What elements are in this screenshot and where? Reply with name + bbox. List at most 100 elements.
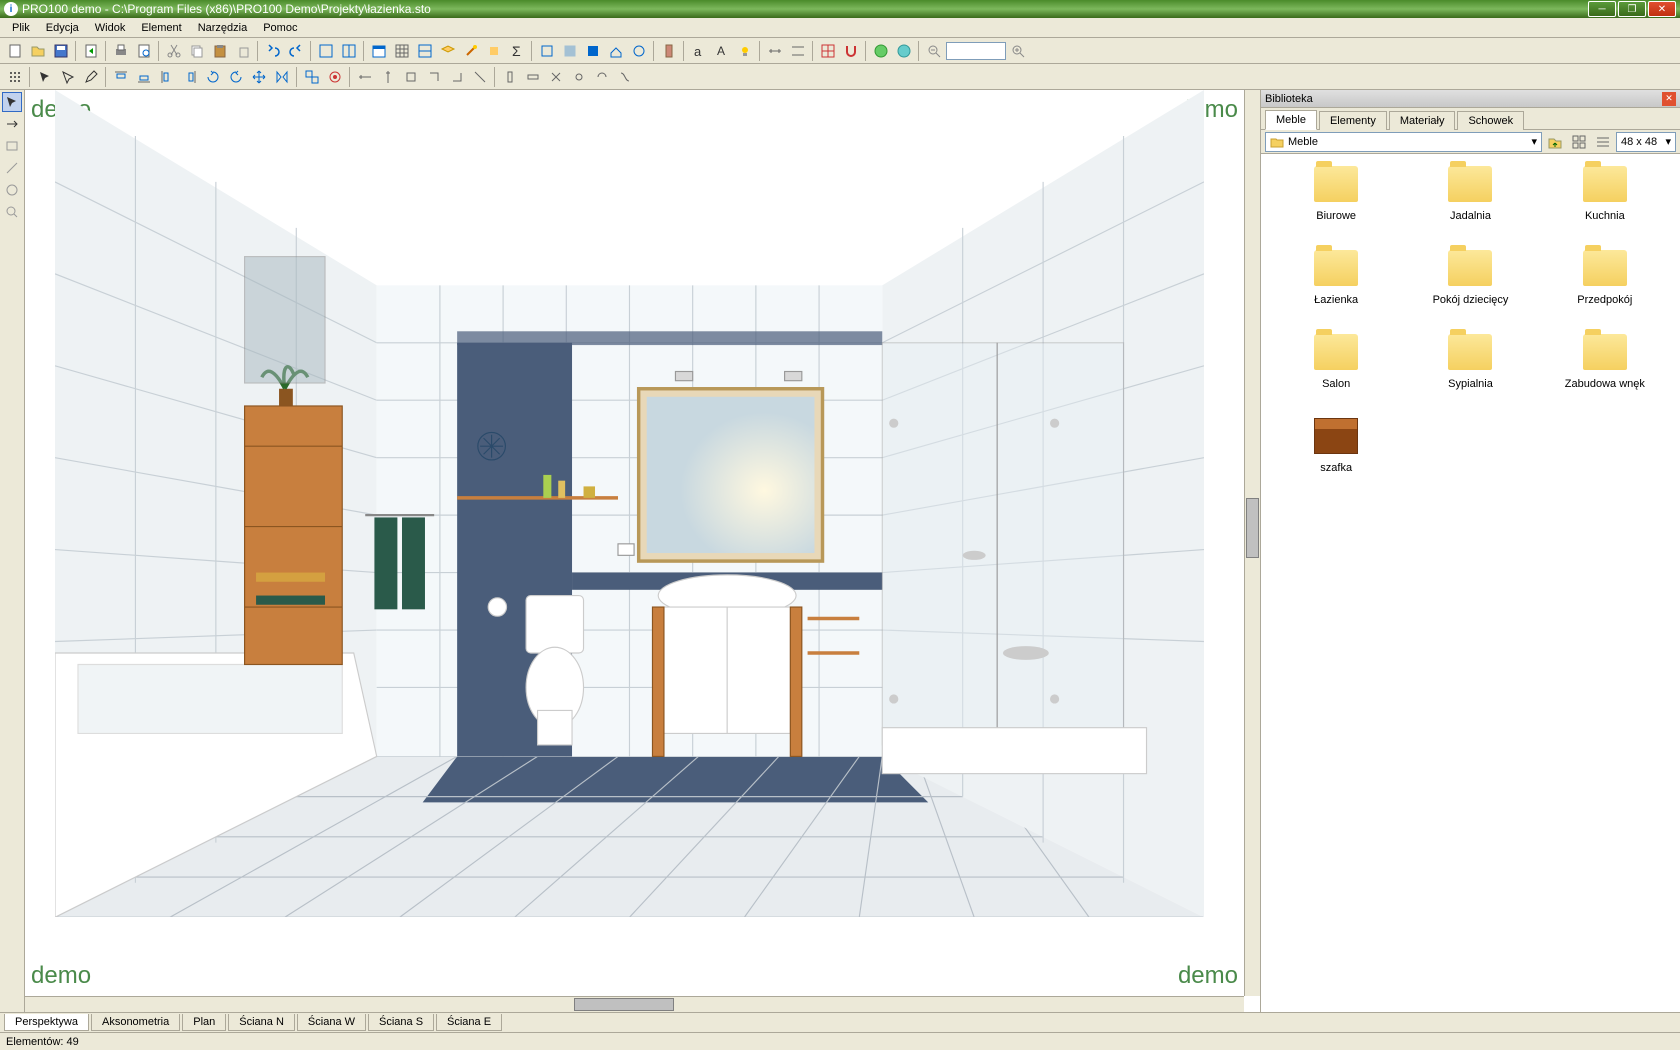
menu-widok[interactable]: Widok	[87, 20, 134, 36]
mirror-h-icon[interactable]	[271, 66, 293, 88]
close-button[interactable]: ✕	[1648, 1, 1676, 17]
library-item-jadalnia[interactable]: Jadalnia	[1407, 166, 1533, 222]
target-icon[interactable]	[324, 66, 346, 88]
tab-schowek[interactable]: Schowek	[1457, 111, 1524, 130]
tab-sciana-s[interactable]: Ściana S	[368, 1014, 434, 1031]
grid-icon[interactable]	[391, 40, 413, 62]
tab-elementy[interactable]: Elementy	[1319, 111, 1387, 130]
pointer-icon[interactable]	[57, 66, 79, 88]
tool1-icon[interactable]	[483, 40, 505, 62]
globe1-icon[interactable]	[870, 40, 892, 62]
drill5-icon[interactable]	[591, 66, 613, 88]
tab-meble[interactable]: Meble	[1265, 110, 1317, 130]
magnet-icon[interactable]	[840, 40, 862, 62]
move-icon[interactable]	[248, 66, 270, 88]
snap-grid-icon[interactable]	[4, 66, 26, 88]
shape5-icon[interactable]	[628, 40, 650, 62]
library-item-łazienka[interactable]: Łazienka	[1273, 250, 1399, 306]
drill4-icon[interactable]	[568, 66, 590, 88]
tab-sciana-e[interactable]: Ściana E	[436, 1014, 502, 1031]
up-folder-icon[interactable]	[1544, 131, 1566, 153]
view1-icon[interactable]	[315, 40, 337, 62]
tool-rect-icon[interactable]	[2, 136, 22, 156]
paste-icon[interactable]	[209, 40, 231, 62]
text-a-icon[interactable]: a	[688, 40, 710, 62]
drill1-icon[interactable]	[499, 66, 521, 88]
tab-sciana-w[interactable]: Ściana W	[297, 1014, 366, 1031]
library-item-zabudowa-wnęk[interactable]: Zabudowa wnęk	[1542, 334, 1668, 390]
tab-materialy[interactable]: Materiały	[1389, 111, 1456, 130]
open-icon[interactable]	[27, 40, 49, 62]
cut-icon[interactable]	[163, 40, 185, 62]
align4-icon[interactable]	[179, 66, 201, 88]
thumbnail-size-combo[interactable]: 48 x 48▾	[1616, 132, 1676, 152]
tool-arrow-icon[interactable]	[2, 114, 22, 134]
measure1-icon[interactable]	[354, 66, 376, 88]
new-icon[interactable]	[4, 40, 26, 62]
dim1-icon[interactable]	[764, 40, 786, 62]
pen-icon[interactable]	[80, 66, 102, 88]
library-item-przedpokój[interactable]: Przedpokój	[1542, 250, 1668, 306]
tab-sciana-n[interactable]: Ściana N	[228, 1014, 295, 1031]
light-icon[interactable]	[734, 40, 756, 62]
text-A-icon[interactable]: A	[711, 40, 733, 62]
library-item-pokój-dziecięcy[interactable]: Pokój dziecięcy	[1407, 250, 1533, 306]
door-icon[interactable]	[658, 40, 680, 62]
calendar-icon[interactable]	[368, 40, 390, 62]
shape1-icon[interactable]	[536, 40, 558, 62]
copy-icon[interactable]	[186, 40, 208, 62]
export-icon[interactable]	[80, 40, 102, 62]
dim2-icon[interactable]	[787, 40, 809, 62]
view-list-icon[interactable]	[1592, 131, 1614, 153]
redo-icon[interactable]	[285, 40, 307, 62]
sum-icon[interactable]: Σ	[506, 40, 528, 62]
library-path-combo[interactable]: Meble ▾	[1265, 132, 1542, 152]
tab-perspektywa[interactable]: Perspektywa	[4, 1014, 89, 1031]
tool-zoom-icon[interactable]	[2, 202, 22, 222]
tool-pointer-icon[interactable]	[2, 92, 22, 112]
shape4-icon[interactable]	[605, 40, 627, 62]
align2-icon[interactable]	[133, 66, 155, 88]
menu-edycja[interactable]: Edycja	[38, 20, 87, 36]
prop-icon[interactable]	[414, 40, 436, 62]
measure5-icon[interactable]	[446, 66, 468, 88]
zoom-in-icon[interactable]	[1007, 40, 1029, 62]
rotate1-icon[interactable]	[202, 66, 224, 88]
library-item-sypialnia[interactable]: Sypialnia	[1407, 334, 1533, 390]
zoom-out-icon[interactable]	[923, 40, 945, 62]
select-icon[interactable]	[34, 66, 56, 88]
zoom-input[interactable]	[946, 42, 1006, 60]
view-icons-icon[interactable]	[1568, 131, 1590, 153]
shape3-icon[interactable]	[582, 40, 604, 62]
shape2-icon[interactable]	[559, 40, 581, 62]
scrollbar-horizontal[interactable]	[25, 996, 1244, 1012]
scrollbar-vertical[interactable]	[1244, 90, 1260, 996]
measure6-icon[interactable]	[469, 66, 491, 88]
library-item-salon[interactable]: Salon	[1273, 334, 1399, 390]
align1-icon[interactable]	[110, 66, 132, 88]
group-icon[interactable]	[301, 66, 323, 88]
library-close-button[interactable]: ✕	[1662, 92, 1676, 106]
rotate2-icon[interactable]	[225, 66, 247, 88]
measure2-icon[interactable]	[377, 66, 399, 88]
menu-pomoc[interactable]: Pomoc	[255, 20, 305, 36]
tool-circle-icon[interactable]	[2, 180, 22, 200]
save-icon[interactable]	[50, 40, 72, 62]
minimize-button[interactable]: ─	[1588, 1, 1616, 17]
library-item-kuchnia[interactable]: Kuchnia	[1542, 166, 1668, 222]
library-item-biurowe[interactable]: Biurowe	[1273, 166, 1399, 222]
drill6-icon[interactable]	[614, 66, 636, 88]
print-preview-icon[interactable]	[133, 40, 155, 62]
measure3-icon[interactable]	[400, 66, 422, 88]
menu-element[interactable]: Element	[133, 20, 189, 36]
layer-icon[interactable]	[437, 40, 459, 62]
library-item-szafka[interactable]: szafka	[1273, 418, 1399, 474]
tab-aksonometria[interactable]: Aksonometria	[91, 1014, 180, 1031]
maximize-button[interactable]: ❐	[1618, 1, 1646, 17]
measure4-icon[interactable]	[423, 66, 445, 88]
tool-line-icon[interactable]	[2, 158, 22, 178]
undo-icon[interactable]	[262, 40, 284, 62]
viewport-3d[interactable]: demo demo demo demo	[25, 90, 1260, 1012]
tab-plan[interactable]: Plan	[182, 1014, 226, 1031]
grid2-icon[interactable]	[817, 40, 839, 62]
